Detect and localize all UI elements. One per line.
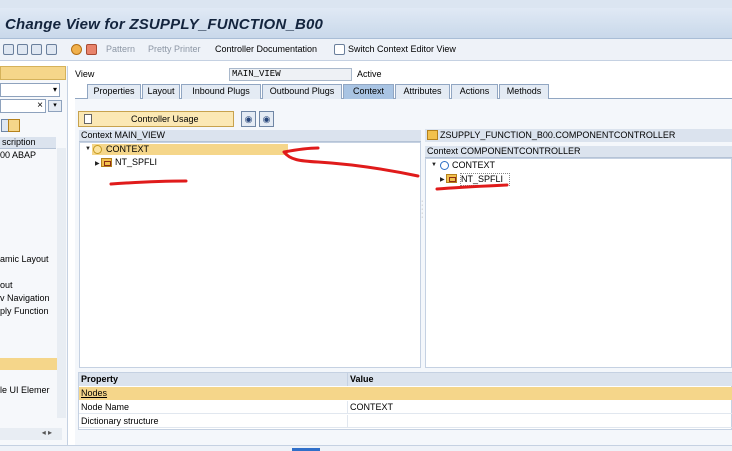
view-label: View	[75, 69, 95, 79]
object-display-button[interactable]: ▾	[48, 100, 62, 112]
table-row-value[interactable]: CONTEXT	[348, 401, 732, 414]
tab-context[interactable]: Context	[343, 84, 394, 99]
object-navigator-panel: ▾ × ▾ scription 00 ABAP amic Layout out …	[0, 66, 68, 445]
properties-table: Property Value Nodes Node Name CONTEXT D…	[78, 372, 732, 430]
display-change-icon[interactable]	[3, 44, 14, 55]
controller-context-title: Context COMPONENTCONTROLLER	[425, 146, 732, 158]
navigator-header-label: scription	[2, 137, 36, 147]
nav-refresh-button[interactable]	[8, 119, 20, 132]
node-icon	[101, 158, 112, 167]
window-top-strip	[0, 0, 732, 8]
test-icon[interactable]	[86, 44, 97, 55]
view-context-tree: ▼ CONTEXT ▶ NT_SPFLI	[79, 142, 421, 368]
controller-context-child[interactable]: NT_SPFLI	[460, 173, 511, 186]
tab-layout[interactable]: Layout	[142, 84, 180, 99]
window-title: Change View for ZSUPPLY_FUNCTION_B00	[5, 16, 324, 33]
property-column-header: Property	[79, 373, 348, 386]
table-row-property: Dictionary structure	[79, 415, 348, 428]
find-next-icon[interactable]: ◉	[259, 111, 274, 127]
nodes-group-row[interactable]: Nodes	[79, 387, 732, 400]
tab-strip: Properties Layout Inbound Plugs Outbound…	[75, 84, 732, 99]
view-context-title: Context MAIN_VIEW	[79, 130, 421, 142]
navigator-row[interactable]: v Navigation	[0, 293, 56, 303]
navigator-row[interactable]: 00 ABAP	[0, 150, 56, 160]
collapse-icon[interactable]: ▼	[85, 146, 91, 152]
activate-icon[interactable]	[31, 44, 42, 55]
status-bar	[0, 445, 732, 451]
context-node-icon	[93, 145, 102, 154]
switch-context-editor-button[interactable]: Switch Context Editor View	[348, 44, 456, 54]
tab-inbound-plugs[interactable]: Inbound Plugs	[181, 84, 261, 99]
navigator-horizontal-scrollbar[interactable]: ◂ ▸	[0, 428, 62, 440]
binoculars-icon[interactable]: ◉	[241, 111, 256, 127]
navigator-row[interactable]: le UI Elemer	[0, 385, 56, 395]
document-icon	[84, 114, 92, 124]
pretty-printer-button[interactable]: Pretty Printer	[148, 44, 201, 54]
check-icon[interactable]	[17, 44, 28, 55]
where-used-icon[interactable]	[71, 44, 82, 55]
tab-properties[interactable]: Properties	[87, 84, 141, 99]
component-controller-header: ZSUPPLY_FUNCTION_B00.COMPONENTCONTROLLER	[425, 129, 732, 142]
expand-icon[interactable]: ▶	[95, 160, 100, 167]
dropdown-arrow-icon: ▾	[52, 85, 57, 94]
collapse-icon[interactable]: ▼	[431, 162, 437, 168]
controller-documentation-button[interactable]: Controller Documentation	[215, 44, 317, 54]
title-bar: Change View for ZSUPPLY_FUNCTION_B00	[0, 0, 732, 39]
navigator-row[interactable]: out	[0, 280, 56, 290]
node-icon	[446, 174, 457, 183]
controller-context-tree: ▼ CONTEXT ▶ NT_SPFLI	[425, 158, 732, 368]
view-status: Active	[357, 69, 382, 79]
navigator-highlight-bar	[0, 66, 66, 80]
table-row-value[interactable]	[348, 415, 732, 428]
splitter-handle[interactable]: · · · · ·	[421, 198, 423, 221]
tab-actions[interactable]: Actions	[451, 84, 498, 99]
value-column-header: Value	[348, 373, 732, 386]
object-name-input[interactable]: ×	[0, 99, 46, 113]
view-context-child[interactable]: NT_SPFLI	[115, 157, 157, 168]
expand-icon[interactable]: ▶	[440, 176, 445, 183]
tab-methods[interactable]: Methods	[499, 84, 549, 99]
switch-editor-icon[interactable]	[334, 44, 345, 55]
controller-usage-label: Controller Usage	[131, 114, 199, 124]
component-icon	[427, 130, 438, 140]
navigator-row[interactable]: ply Function	[0, 306, 56, 316]
component-controller-name: ZSUPPLY_FUNCTION_B00.COMPONENTCONTROLLER	[440, 130, 676, 140]
controller-usage-button[interactable]: Controller Usage	[78, 111, 234, 127]
tab-attributes[interactable]: Attributes	[395, 84, 450, 99]
context-node-icon	[440, 161, 449, 170]
navigator-vertical-scrollbar[interactable]	[57, 148, 66, 418]
controller-context-root[interactable]: CONTEXT	[452, 160, 495, 171]
navigator-column-header: scription	[0, 137, 56, 149]
view-context-root[interactable]: CONTEXT	[92, 144, 288, 155]
layout-icon[interactable]	[46, 44, 57, 55]
table-row-property: Node Name	[79, 401, 348, 414]
tab-outbound-plugs[interactable]: Outbound Plugs	[262, 84, 342, 99]
application-toolbar: Pattern Pretty Printer Controller Docume…	[0, 39, 732, 61]
navigator-row[interactable]: amic Layout	[0, 254, 56, 264]
view-name-field: MAIN_VIEW	[229, 68, 352, 81]
object-type-dropdown[interactable]: ▾	[0, 83, 60, 97]
pattern-button[interactable]: Pattern	[106, 44, 135, 54]
clear-icon[interactable]: ×	[37, 100, 43, 111]
